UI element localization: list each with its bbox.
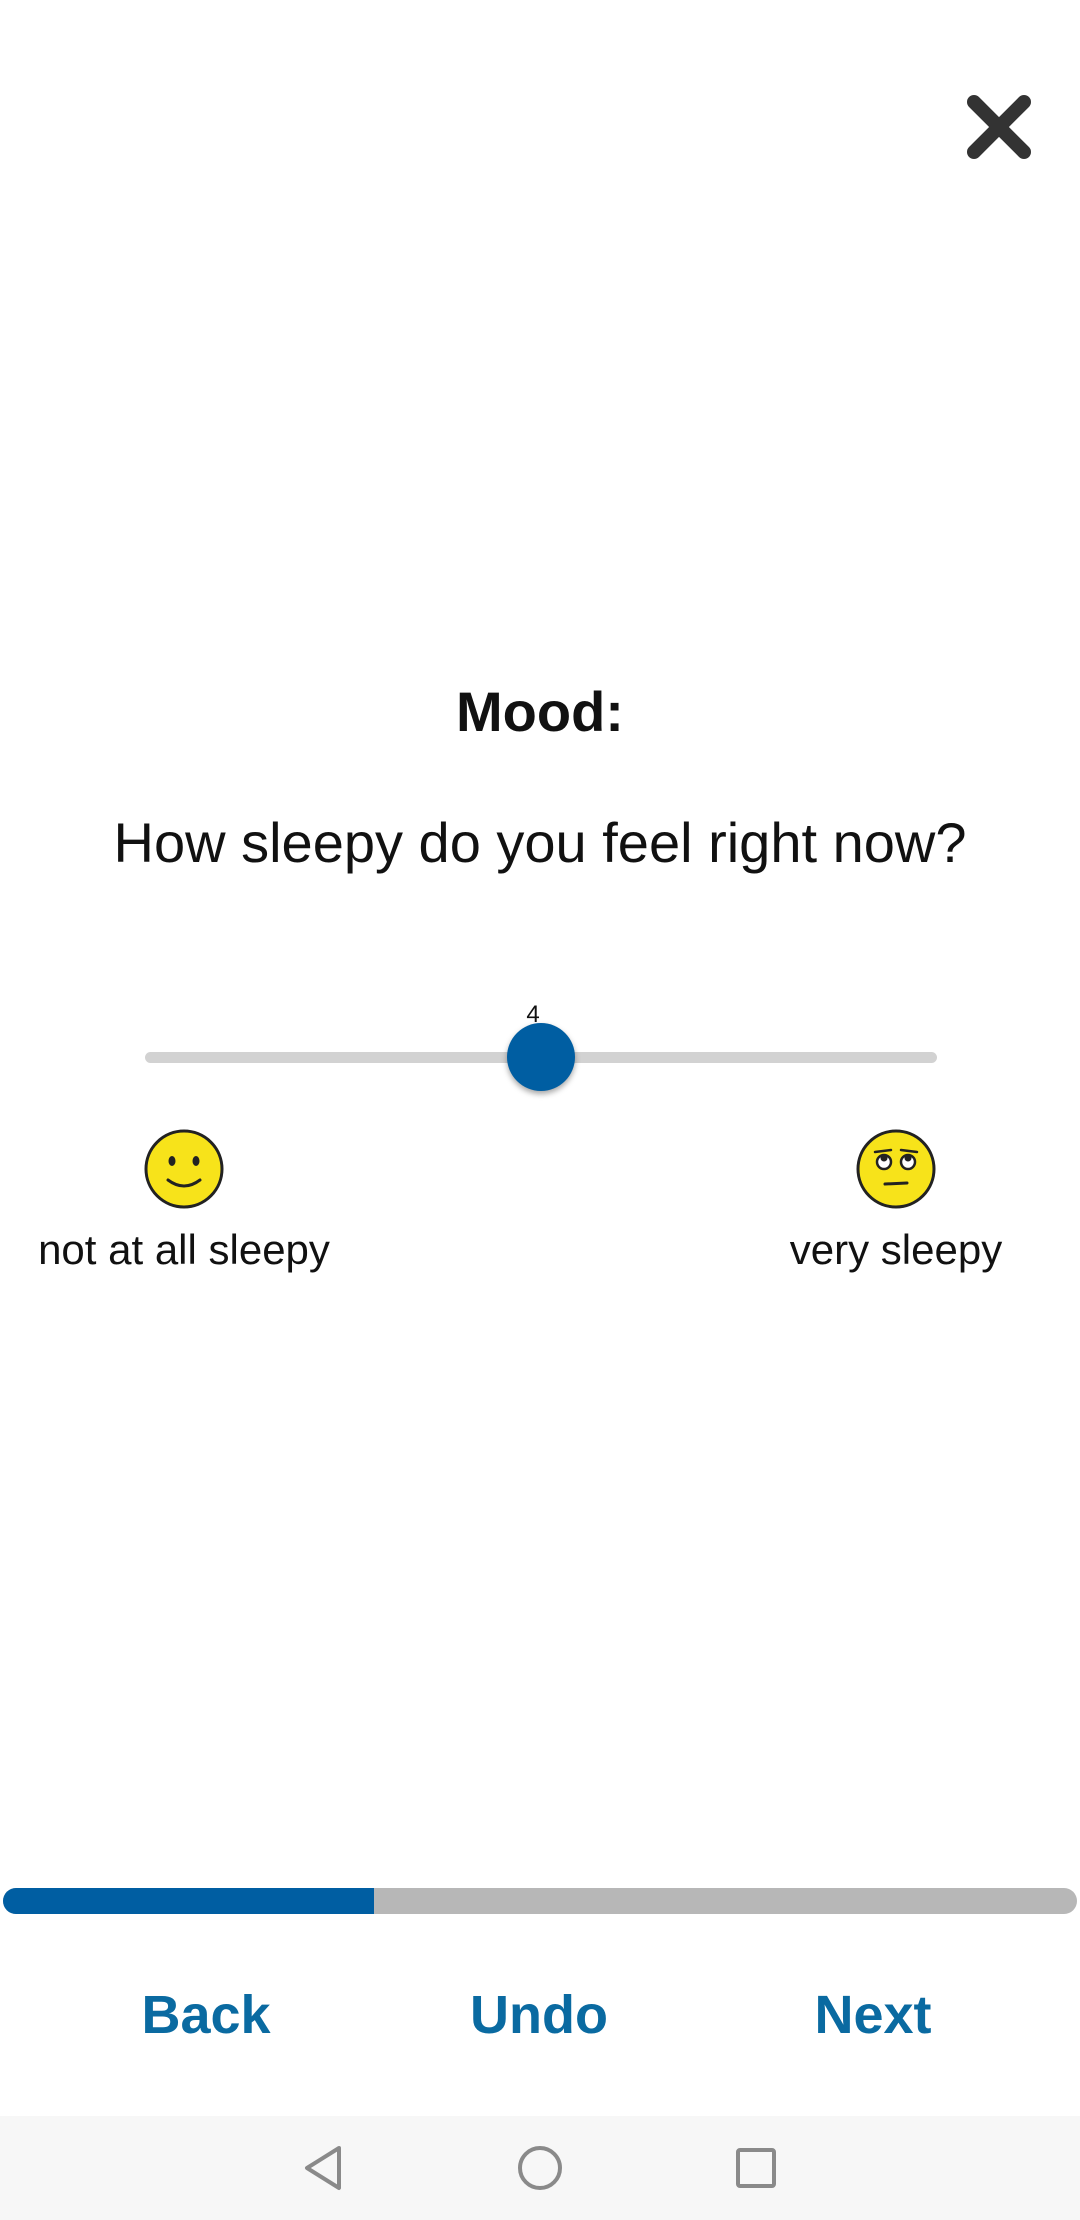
close-button[interactable] bbox=[962, 90, 1036, 164]
close-icon bbox=[967, 95, 1031, 159]
eye-roll-face-icon bbox=[856, 1129, 936, 1209]
circle-home-icon bbox=[518, 2146, 562, 2190]
anchor-high-label: very sleepy bbox=[789, 1226, 1003, 1273]
next-button[interactable]: Next bbox=[743, 1975, 1003, 2055]
slightly-smiling-face-icon bbox=[144, 1129, 224, 1209]
slider-thumb[interactable] bbox=[507, 1023, 575, 1091]
back-button[interactable]: Back bbox=[76, 1975, 336, 2055]
sleepiness-slider[interactable]: 4 bbox=[145, 1000, 937, 1110]
system-navigation-bar bbox=[0, 2116, 1080, 2220]
section-title: Mood: bbox=[456, 680, 624, 743]
anchor-high: very sleepy bbox=[736, 1128, 1056, 1280]
system-recents-button[interactable] bbox=[726, 2138, 786, 2198]
square-recents-icon bbox=[736, 2148, 776, 2188]
undo-button[interactable]: Undo bbox=[409, 1975, 669, 2055]
survey-progress-bar bbox=[3, 1888, 1077, 1914]
progress-fill bbox=[3, 1888, 374, 1914]
anchor-low: not at all sleepy bbox=[24, 1128, 344, 1280]
system-home-button[interactable] bbox=[510, 2138, 570, 2198]
question-text: How sleepy do you feel right now? bbox=[113, 811, 967, 874]
system-back-button[interactable] bbox=[293, 2138, 353, 2198]
triangle-back-icon bbox=[305, 2146, 341, 2190]
anchor-low-label: not at all sleepy bbox=[38, 1226, 330, 1273]
